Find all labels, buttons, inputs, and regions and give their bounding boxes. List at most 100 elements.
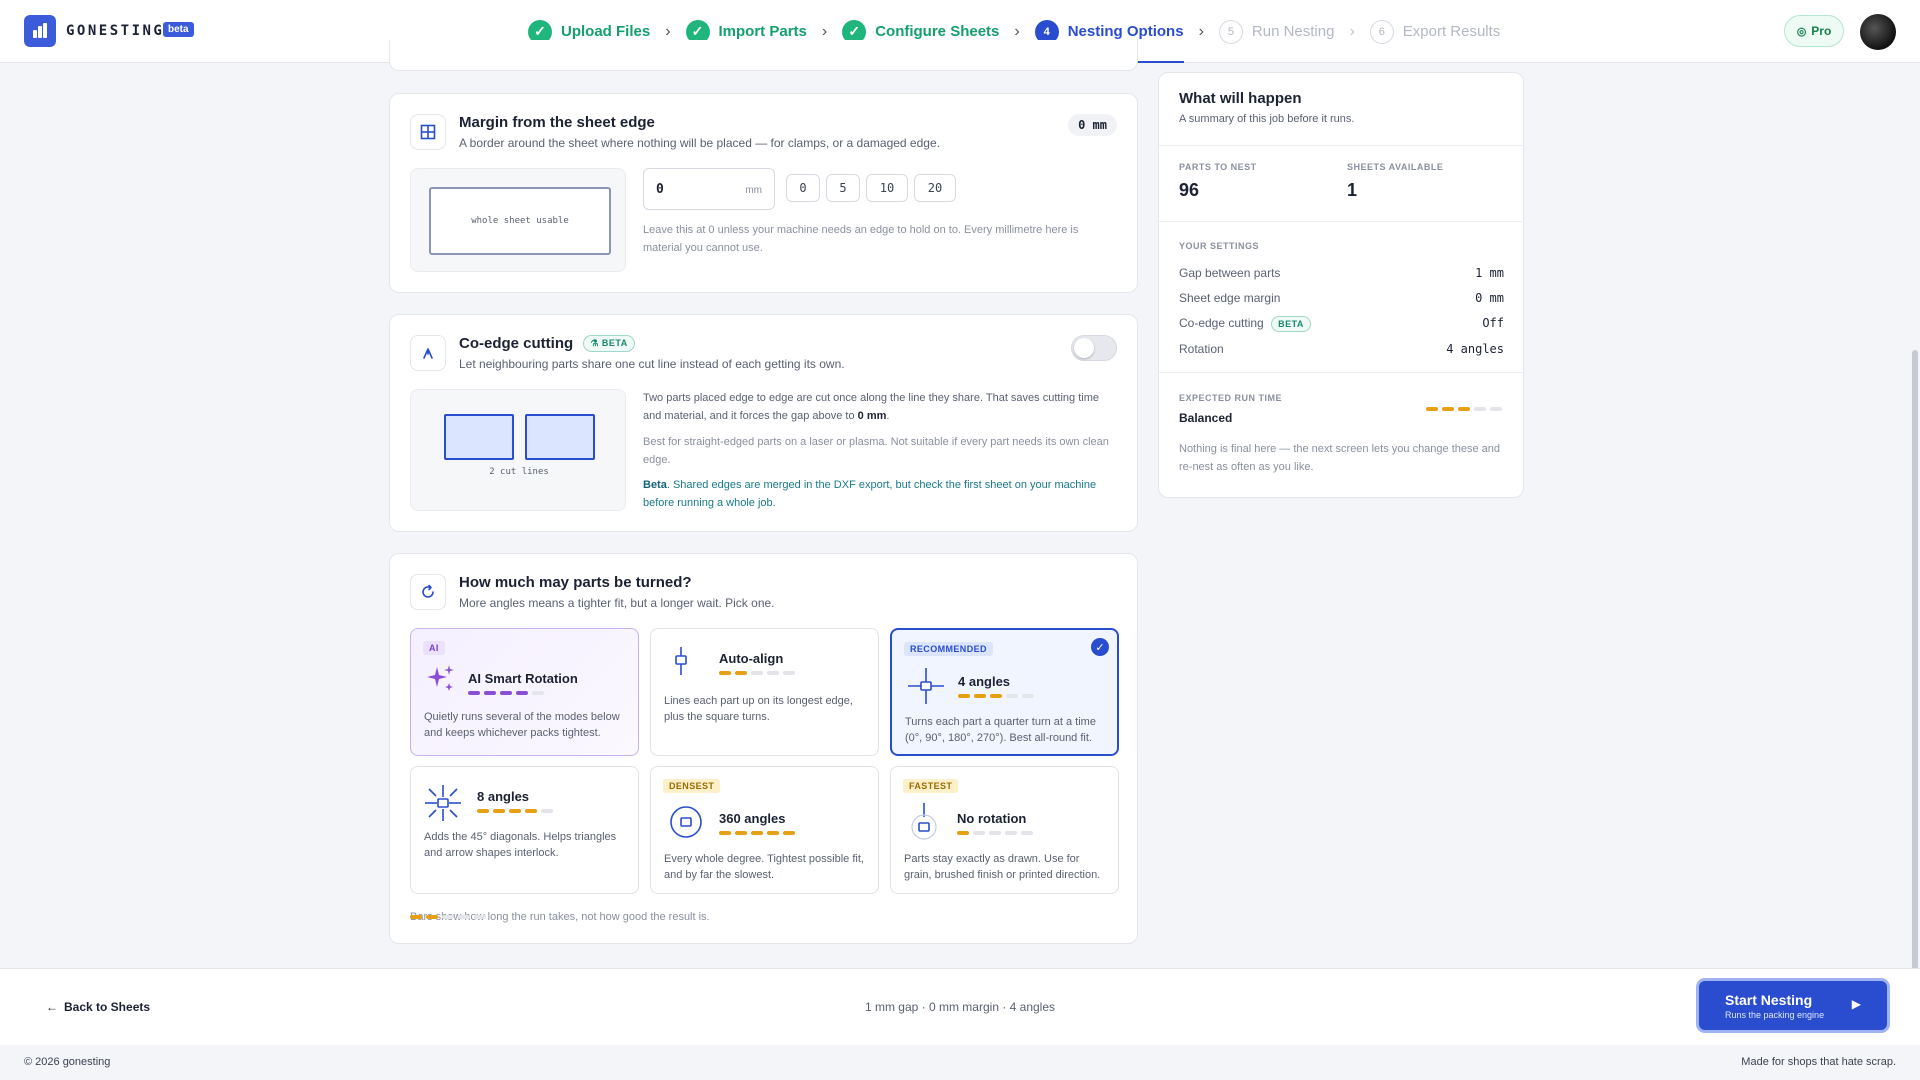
bar-filled [719,831,731,835]
bar-filled [477,809,489,813]
beta-badge: beta [163,22,194,37]
setting-label: Rotation [1179,342,1224,356]
coedge-paragraph-2: Best for straight-edged parts on a laser… [643,436,1109,466]
step-label: Import Parts [718,23,807,40]
bar-filled [525,809,537,813]
bar-empty [783,671,795,675]
option-title: No rotation [957,811,1027,826]
bar-filled [990,694,1002,698]
runtime-bars [719,831,795,835]
margin-value-display: 0 mm [1068,114,1117,136]
bar-filled [516,691,528,695]
preset-20-button[interactable]: 20 [914,174,956,202]
step-export-results[interactable]: 6 Export Results [1369,0,1501,63]
four-angle-icon [908,668,944,704]
step-label: Run Nesting [1251,23,1335,40]
bar-empty [1006,694,1018,698]
rotation-title: How much may parts be turned? [459,574,692,591]
coedge-subtitle: Let neighbouring parts share one cut lin… [459,357,845,371]
rotation-option-4-angles[interactable]: RECOMMENDED ✓ 4 angles Turns each part a… [890,628,1119,756]
eight-angle-icon [425,785,461,821]
scrollbar[interactable] [1912,350,1918,970]
rotation-option-auto-align[interactable]: Auto-align Lines each part up on its lon… [650,628,879,756]
bar-filled [493,809,505,813]
play-icon: ▶ [1851,997,1861,1011]
setting-value: Off [1482,316,1504,330]
bar-filled [500,691,512,695]
bar-empty [442,915,454,919]
preset-10-button[interactable]: 10 [866,174,908,202]
rotation-option-8-angles[interactable]: 8 angles Adds the 45° diagonals. Helps t… [410,766,639,894]
parts-value: 96 [1179,180,1200,200]
densest-tag: DENSEST [663,779,721,793]
setting-label: Co-edge cutting [1179,316,1264,330]
rotation-option-ai[interactable]: AI AI Smart Rotation Quietly runs severa… [410,628,639,756]
runtime-bars [719,671,795,675]
start-nesting-button[interactable]: Start Nesting Runs the packing engine ▶ [1696,978,1890,1033]
bar-filled [468,691,480,695]
coedge-toggle[interactable] [1071,335,1117,361]
coedge-card: Co-edge cutting ⚗ BETA Let neighbouring … [389,314,1138,532]
preset-5-button[interactable]: 5 [826,174,860,202]
preset-0-button[interactable]: 0 [786,174,820,202]
coedge-title-text: Co-edge cutting [459,335,574,352]
bar-filled [958,694,970,698]
bar-empty [1490,407,1502,411]
recommended-tag: RECOMMENDED [904,642,993,656]
margin-card: Margin from the sheet edge A border arou… [389,93,1138,293]
summary-footnote: Nothing is final here — the next screen … [1179,443,1501,473]
margin-title: Margin from the sheet edge [459,114,655,131]
step-run-nesting[interactable]: 5 Run Nesting [1218,0,1335,63]
step-label: Configure Sheets [875,23,1000,40]
step-number: 5 [1218,19,1243,44]
option-title: 8 angles [477,789,530,804]
bar-empty [767,671,779,675]
bar-filled [410,915,422,919]
setting-label: Gap between parts [1179,266,1281,280]
margin-preview: whole sheet usable [410,168,626,272]
legend-bars [410,915,486,919]
step-label: Export Results [1402,23,1501,40]
start-sublabel: Runs the packing engine [1725,1010,1825,1020]
bar-empty [458,915,470,919]
option-desc: Parts stay exactly as drawn. Use for gra… [904,853,1101,881]
coedge-title: Co-edge cutting ⚗ BETA [459,335,635,352]
runtime-bars [958,694,1034,698]
divider [1159,221,1524,222]
option-desc: Adds the 45° diagonals. Helps triangles … [424,831,617,859]
step-number: 6 [1369,19,1394,44]
pro-plan-badge[interactable]: ◎ Pro [1784,15,1844,47]
bars-legend: Bars show how long the run takes, not ho… [410,911,710,923]
rotation-option-360-angles[interactable]: DENSEST 360 angles Every whole degree. T… [650,766,879,894]
align-icon [675,647,687,675]
rotate-icon [410,574,446,610]
option-title: AI Smart Rotation [468,671,578,686]
footer-copyright: © 2026 gonesting [24,1056,111,1068]
setting-row-gap: Gap between parts 1 mm [1179,266,1504,284]
runtime-bars [477,809,553,813]
bar-empty [1021,831,1033,835]
bar-empty [474,915,486,919]
plan-label: Pro [1811,24,1832,38]
margin-input[interactable]: 0 mm [643,168,775,210]
bar-filled [1458,407,1470,411]
circle-angle-icon [670,806,702,838]
option-desc: Quietly runs several of the modes below … [424,711,620,739]
bar-filled [719,671,731,675]
start-label: Start Nesting [1725,992,1813,1008]
app-logo-icon[interactable] [24,15,56,47]
divider [1159,145,1524,146]
chevron-right-icon: › [1349,22,1355,40]
rotation-option-no-rotation[interactable]: FASTEST No rotation Parts stay exactly a… [890,766,1119,894]
fastest-tag: FASTEST [903,779,959,793]
option-title: 4 angles [958,674,1011,689]
summary-card: What will happen A summary of this job b… [1158,72,1524,498]
text: Two parts placed edge to edge are cut on… [643,392,1099,404]
coedge-paragraph-3: Beta. Shared edges are merged in the DXF… [643,476,1118,512]
avatar[interactable] [1860,14,1896,50]
text: Beta [643,479,667,491]
bar-empty [973,831,985,835]
bar-empty [989,831,1001,835]
bar-filled [974,694,986,698]
bar-empty [1005,831,1017,835]
